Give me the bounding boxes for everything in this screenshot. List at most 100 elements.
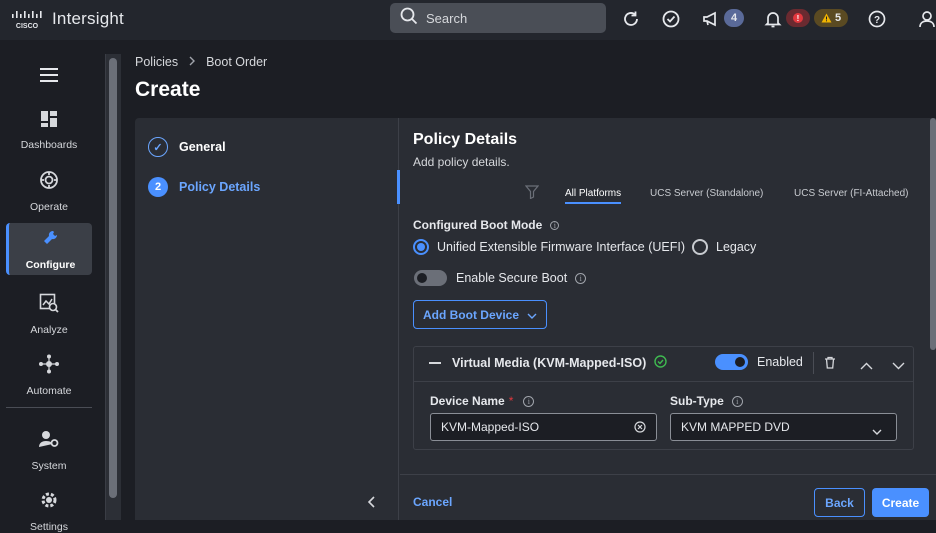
- user-profile-icon[interactable]: [916, 8, 936, 30]
- collapse-device-icon[interactable]: [429, 362, 441, 364]
- device-name-value: KVM-Mapped-ISO: [441, 420, 540, 434]
- tab-all-platforms[interactable]: All Platforms: [565, 188, 622, 204]
- subtype-label-row: Sub-Type i: [670, 394, 743, 408]
- add-boot-device-button[interactable]: Add Boot Device: [413, 300, 547, 329]
- sidebar-item-label: Settings: [30, 521, 68, 533]
- sidebar-item-label: Analyze: [30, 323, 68, 336]
- chevron-right-icon: [188, 55, 196, 69]
- create-button-label: Create: [881, 495, 920, 510]
- brand[interactable]: CISCO Intersight: [10, 8, 124, 30]
- collapse-steps-icon[interactable]: [363, 494, 381, 510]
- announcements-badge: 4: [724, 9, 744, 27]
- clear-icon[interactable]: [634, 421, 646, 436]
- radio-label: Unified Extensible Firmware Interface (U…: [437, 240, 685, 254]
- refresh-icon[interactable]: [620, 8, 642, 30]
- secure-boot-toggle[interactable]: [414, 270, 447, 286]
- brand-name: Intersight: [52, 9, 124, 28]
- radio-unchecked-icon[interactable]: [692, 239, 708, 255]
- sidebar-item-label: Operate: [30, 200, 68, 213]
- radio-label: Legacy: [716, 240, 757, 254]
- sidebar-item-label: Configure: [25, 258, 76, 271]
- sidebar-item-automate[interactable]: Automate: [6, 349, 92, 401]
- warning-icon: [821, 13, 832, 23]
- info-icon[interactable]: i: [523, 395, 535, 407]
- move-down-icon[interactable]: [892, 357, 905, 375]
- step-number: 2: [148, 177, 168, 197]
- device-name-label-row: Device Name * i: [430, 394, 535, 408]
- secure-boot-row: Enable Secure Boot i: [414, 270, 587, 286]
- device-name-field[interactable]: KVM-Mapped-ISO: [430, 413, 657, 441]
- tab-ucs-fi-attached[interactable]: UCS Server (FI-Attached): [794, 188, 908, 199]
- radio-uefi[interactable]: Unified Extensible Firmware Interface (U…: [413, 239, 685, 255]
- sidebar-item-label: Automate: [26, 384, 72, 397]
- system-icon: [38, 429, 60, 454]
- critical-alarms-badge[interactable]: !: [786, 9, 810, 27]
- section-subtitle: Add policy details.: [413, 155, 510, 169]
- breadcrumb: Policies Boot Order: [135, 55, 267, 69]
- cancel-button[interactable]: Cancel: [413, 495, 452, 509]
- device-name-label: Device Name: [430, 394, 505, 408]
- step-label: General: [179, 140, 226, 154]
- info-icon[interactable]: i: [550, 220, 560, 230]
- content-scrollbar[interactable]: [930, 118, 936, 350]
- filter-icon[interactable]: [524, 185, 540, 204]
- warning-alarms-badge[interactable]: 5: [814, 9, 848, 27]
- configure-icon: [41, 228, 61, 253]
- info-icon[interactable]: i: [575, 272, 587, 284]
- status-ok-icon: [654, 355, 667, 371]
- search-input[interactable]: Search: [390, 3, 606, 33]
- sidebar-scrollbar-thumb[interactable]: [109, 58, 117, 498]
- svg-text:?: ?: [874, 15, 880, 26]
- device-enabled-toggle[interactable]: [715, 354, 748, 370]
- cisco-logo-icon: CISCO: [10, 8, 44, 30]
- breadcrumb-policies[interactable]: Policies: [135, 55, 178, 69]
- warning-count: 5: [834, 12, 842, 24]
- required-marker: *: [508, 394, 514, 408]
- step-policy-details[interactable]: 2 Policy Details: [148, 177, 260, 197]
- search-icon: [400, 7, 418, 30]
- move-up-icon[interactable]: [860, 357, 873, 375]
- sidebar-item-operate[interactable]: Operate: [6, 165, 92, 217]
- sidebar-item-label: Dashboards: [20, 138, 78, 151]
- search-placeholder: Search: [426, 10, 468, 26]
- device-title: Virtual Media (KVM-Mapped-ISO): [452, 356, 647, 370]
- bell-icon[interactable]: [762, 8, 784, 30]
- megaphone-icon[interactable]: [700, 8, 722, 30]
- trash-icon[interactable]: [824, 356, 836, 374]
- breadcrumb-boot-order: Boot Order: [206, 55, 268, 69]
- tab-ucs-standalone[interactable]: UCS Server (Standalone): [650, 188, 763, 199]
- sidebar-item-dashboards[interactable]: Dashboards: [6, 104, 92, 156]
- enabled-label: Enabled: [757, 355, 803, 369]
- automate-icon: [38, 354, 60, 379]
- footer-divider: [400, 474, 936, 475]
- subtype-label: Sub-Type: [670, 394, 724, 408]
- analyze-icon: [39, 293, 59, 318]
- secure-boot-label: Enable Secure Boot: [456, 271, 568, 285]
- boot-mode-label-row: Configured Boot Mode i: [413, 218, 560, 232]
- settings-icon: [39, 490, 59, 515]
- sidebar-item-settings[interactable]: Settings: [6, 486, 92, 533]
- back-button-label: Back: [825, 495, 854, 510]
- back-button[interactable]: Back: [814, 488, 865, 517]
- sidebar-item-system[interactable]: System: [6, 424, 92, 476]
- sidebar-item-label: System: [31, 459, 67, 472]
- info-icon[interactable]: i: [731, 395, 743, 407]
- menu-toggle-icon[interactable]: [40, 68, 58, 86]
- add-boot-device-label: Add Boot Device: [422, 307, 519, 322]
- radio-checked-icon[interactable]: [413, 239, 429, 255]
- dashboards-icon: [40, 110, 58, 133]
- operate-icon: [39, 170, 59, 195]
- radio-legacy[interactable]: Legacy: [692, 239, 756, 255]
- page-title: Create: [135, 78, 201, 101]
- sidebar-item-configure[interactable]: Configure: [6, 223, 92, 275]
- subtype-select[interactable]: KVM MAPPED DVD: [670, 413, 897, 441]
- sidebar-divider: [6, 407, 92, 408]
- create-button[interactable]: Create: [872, 488, 929, 517]
- sidebar-item-analyze[interactable]: Analyze: [6, 288, 92, 340]
- chevron-down-icon: [527, 308, 537, 322]
- step-general[interactable]: ✓ General: [148, 137, 226, 157]
- help-icon[interactable]: ?: [866, 8, 888, 30]
- tasks-check-icon[interactable]: [660, 8, 682, 30]
- wizard-steps: ✓ General 2 Policy Details: [135, 118, 399, 520]
- active-step-indicator: [397, 170, 400, 204]
